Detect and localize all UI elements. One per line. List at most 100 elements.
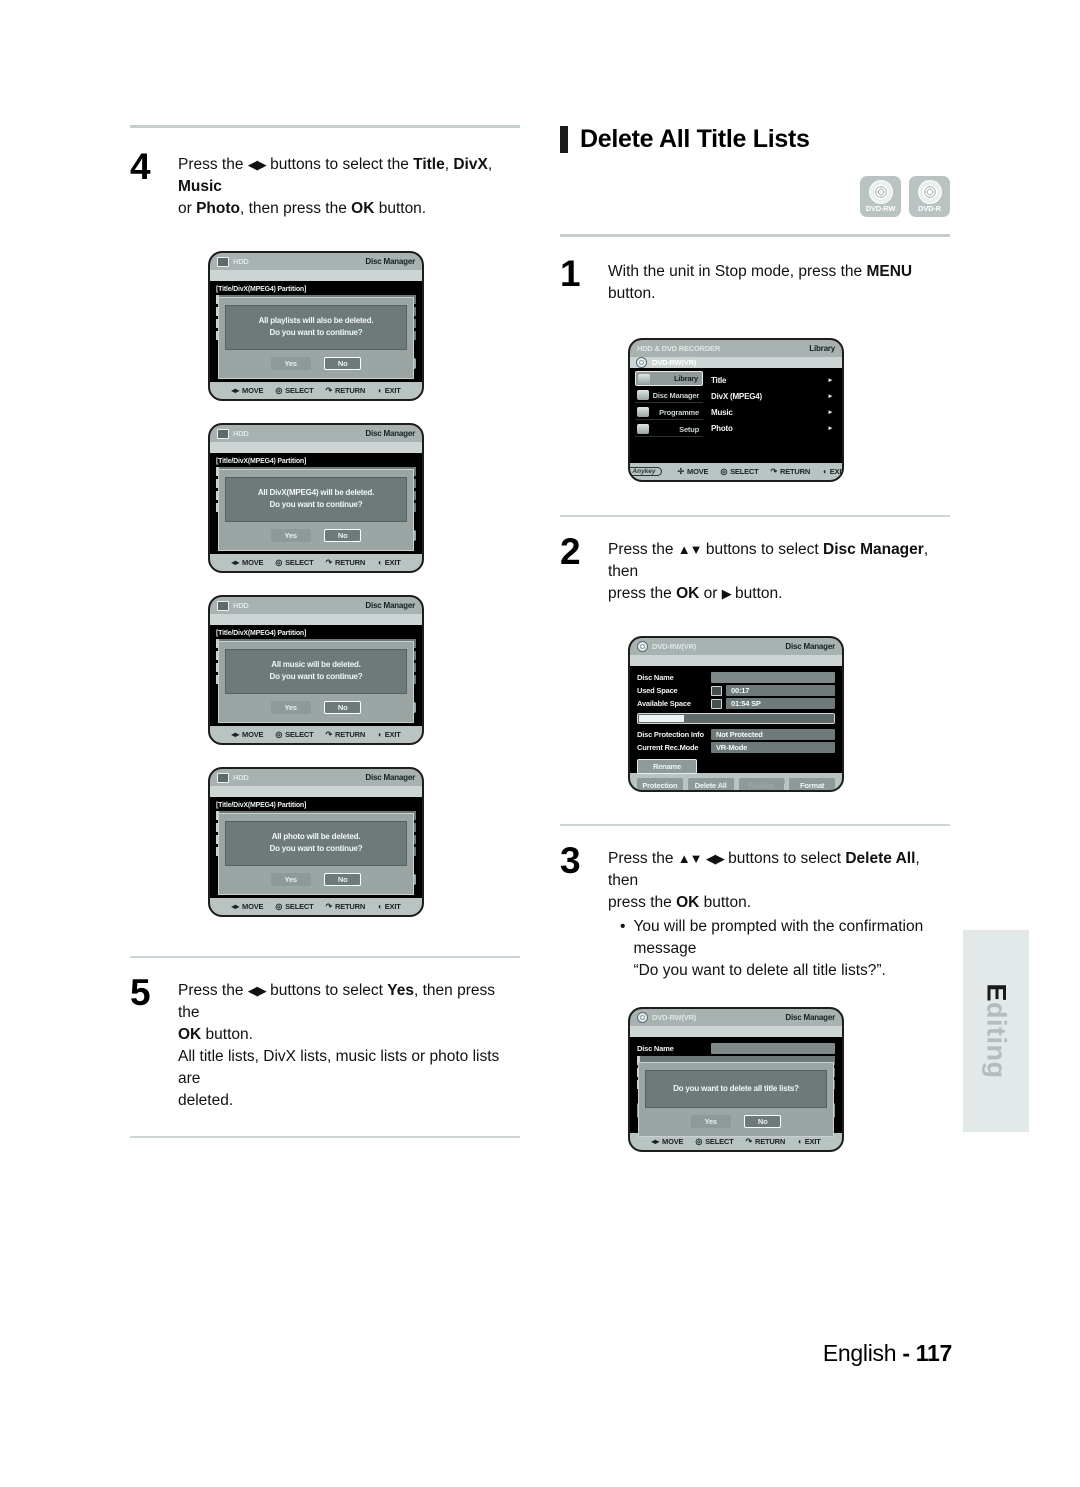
yes-button[interactable]: Yes [270, 872, 311, 886]
screen-body: Library Disc Manager Programme Setup Tit… [630, 368, 842, 463]
protection-button[interactable]: Protection [637, 778, 683, 790]
sidebar-item-programme[interactable]: Programme [635, 405, 703, 420]
nav-select[interactable]: ◎SELECT [275, 386, 313, 395]
disc-name-value[interactable] [711, 672, 835, 683]
nav-move[interactable]: ◂▸ MOVE [231, 386, 263, 395]
finalise-button[interactable]: Finalise [738, 778, 785, 790]
disc-icon [636, 357, 647, 368]
screen-title: Disc Manager [785, 1013, 835, 1022]
nav-return[interactable]: ↷RETURN [746, 1137, 786, 1146]
screen-header: HDD & DVD RECORDER Library [630, 340, 842, 357]
return-arrow-icon: ↷ [325, 901, 333, 911]
left-right-arrows-icon: ◀▶ [247, 983, 267, 998]
confirm-dialog: All DivX(MPEG4) will be deleted. Do you … [218, 469, 414, 551]
divider-before-step1 [560, 234, 950, 237]
ok-button-icon: ◎ [275, 557, 283, 567]
nav-return-label: RETURN [335, 386, 366, 395]
nav-return[interactable]: ↷RETURN [326, 558, 366, 567]
screen-subbar [630, 1026, 842, 1037]
nav-select[interactable]: ◎SELECT [275, 730, 313, 739]
nav-return[interactable]: ↷RETURN [326, 902, 366, 911]
step4-line2-pre: or [178, 200, 197, 217]
nav-exit[interactable]: ◖EXIT [377, 902, 401, 911]
yes-button[interactable]: Yes [270, 528, 311, 542]
yes-button[interactable]: Yes [270, 356, 311, 370]
list-item-label: DivX (MPEG4) [711, 391, 762, 401]
disc-name-value [711, 1043, 835, 1054]
nav-return[interactable]: ↷RETURN [326, 386, 366, 395]
list-item[interactable]: Photo ▸ [707, 420, 837, 436]
screen-nav-bar: ◂▸ MOVE ◎ SELECT ↷ RETURN ◖ EXIT [210, 382, 422, 399]
screen-subbar [210, 270, 422, 281]
row-label: Disc Protection Info [637, 730, 704, 739]
delete-all-button[interactable]: Delete All [687, 778, 734, 790]
nav-select[interactable]: ◎SELECT [695, 1137, 733, 1146]
nav-move[interactable]: ✢MOVE [678, 467, 709, 476]
nav-move[interactable]: ◂▸ MOVE [231, 902, 263, 911]
nav-return-label: RETURN [780, 467, 811, 476]
left-right-arrows-icon: ◂▸ [651, 1136, 660, 1146]
disc-chip-icon [711, 698, 722, 709]
step4-bold-divx: DivX [453, 156, 488, 173]
disc-chip-icon [711, 685, 722, 696]
footer-separator: - [902, 1340, 910, 1366]
hdd-icon [217, 256, 229, 267]
nav-move[interactable]: ◂▸ MOVE [651, 1137, 683, 1146]
nav-move-label: MOVE [242, 386, 264, 395]
nav-exit[interactable]: ◖EXIT [377, 730, 401, 739]
nav-select[interactable]: ◎SELECT [720, 467, 758, 476]
footer-language: English [822, 1340, 897, 1366]
exit-button-icon: ◖ [377, 557, 382, 567]
rename-button[interactable]: Rename [637, 759, 697, 774]
list-item[interactable]: Title ▸ [707, 372, 837, 388]
nav-return-label: RETURN [335, 902, 366, 911]
nav-exit[interactable]: ◖EXIT [377, 386, 401, 395]
screen-nav-bar: ◂▸ MOVE ◎ SELECT ↷ RETURN ◖ EXIT [210, 898, 422, 915]
nav-move[interactable]: ◂▸ MOVE [231, 730, 263, 739]
dialog-message-box: All music will be deleted. Do you want t… [225, 649, 407, 694]
no-button[interactable]: No [323, 356, 362, 370]
no-button[interactable]: No [743, 1115, 782, 1129]
chapter-tab-label: Editing [981, 984, 1012, 1079]
sidebar-item-setup[interactable]: Setup [635, 422, 703, 437]
yes-button[interactable]: Yes [690, 1115, 731, 1129]
step5-bold-ok: OK [178, 1026, 202, 1043]
partition-label: [Title/DivX(MPEG4) Partition] [216, 286, 307, 293]
step3-bullet-line1: You will be prompted with the confirmati… [633, 918, 924, 957]
manual-page: 4 Press the ◀▶ buttons to select the Tit… [0, 0, 1080, 1487]
nav-move[interactable]: ◂▸ MOVE [231, 558, 263, 567]
nav-exit[interactable]: ◖EXIT [797, 1137, 821, 1146]
nav-return[interactable]: ↷RETURN [771, 467, 811, 476]
nav-move-label: MOVE [242, 730, 264, 739]
left-right-arrows-icon: ◀▶ [705, 851, 725, 866]
list-item[interactable]: Music ▸ [707, 404, 837, 420]
step-3: 3 Press the ▲▼ ◀▶ buttons to select Dele… [560, 842, 950, 982]
step5-line2-end: button. [201, 1026, 253, 1043]
dialog-message-box: Do you want to delete all title lists? [645, 1070, 827, 1109]
divider-before-step5 [130, 956, 520, 958]
nav-return[interactable]: ↷RETURN [326, 730, 366, 739]
recmode-value: VR-Mode [711, 742, 835, 753]
step3-bold-ok: OK [676, 894, 700, 911]
no-button[interactable]: No [323, 700, 362, 714]
no-button[interactable]: No [323, 528, 362, 542]
sidebar-item-library[interactable]: Library [635, 371, 703, 386]
step4-line2-mid: , then press the [240, 200, 352, 217]
dialog-message-line2: Do you want to continue? [269, 500, 363, 510]
anykey-button[interactable]: Anykey [630, 467, 662, 476]
screen-title: Disc Manager [365, 257, 415, 266]
sidebar-item-disc-manager[interactable]: Disc Manager [635, 388, 703, 403]
yes-button[interactable]: Yes [270, 700, 311, 714]
screen-subbar [210, 786, 422, 797]
nav-exit[interactable]: ◖EXIT [377, 558, 401, 567]
chevron-right-icon: ▸ [828, 393, 833, 400]
nav-select[interactable]: ◎SELECT [275, 558, 313, 567]
step-number: 2 [560, 531, 581, 572]
nav-exit[interactable]: ◖EXIT [822, 467, 842, 476]
recmode-row: Current Rec.Mode VR-Mode [637, 742, 835, 753]
available-space-row: Available Space 01:54 SP [637, 698, 835, 709]
nav-select[interactable]: ◎SELECT [275, 902, 313, 911]
list-item[interactable]: DivX (MPEG4) ▸ [707, 388, 837, 404]
format-button[interactable]: Format [789, 778, 835, 790]
no-button[interactable]: No [323, 872, 362, 886]
